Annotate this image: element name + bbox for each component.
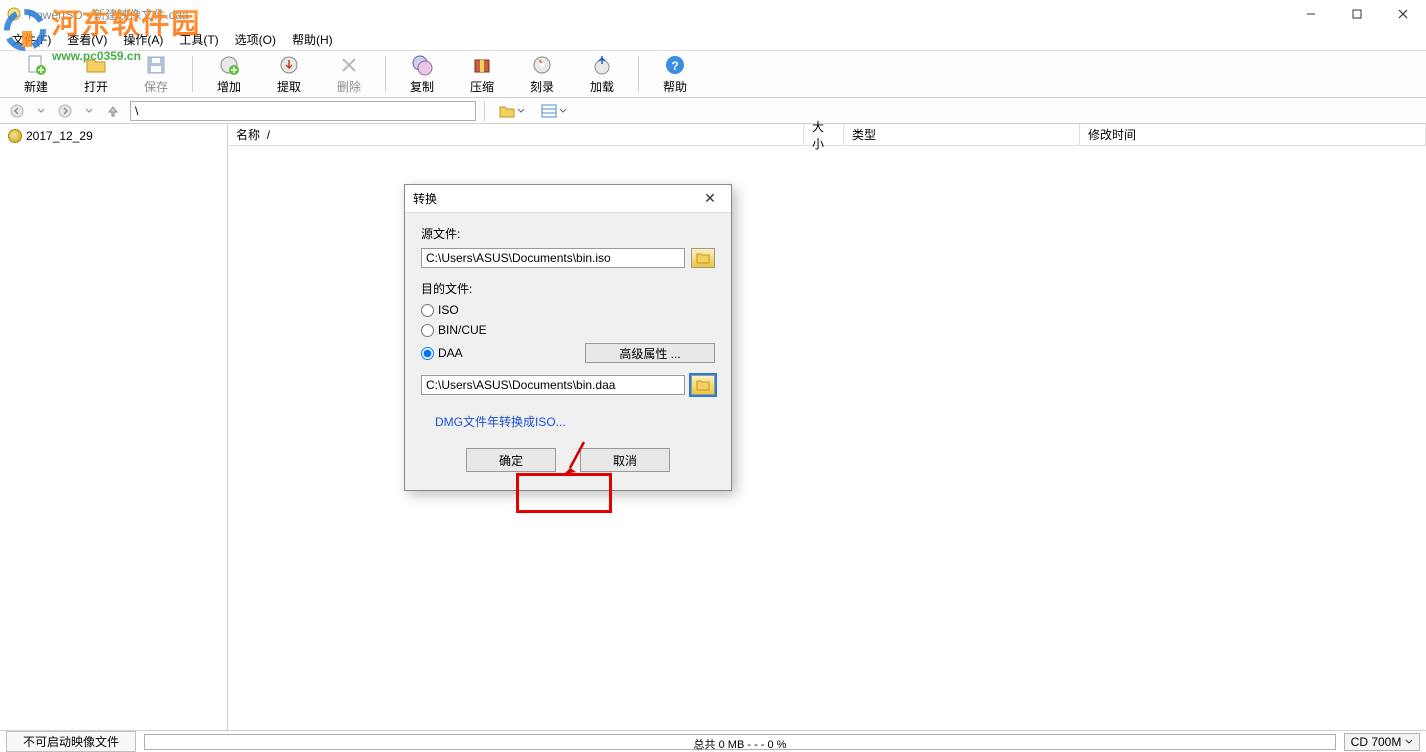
format-iso-label: ISO [438, 303, 459, 317]
toolbar-separator [638, 56, 639, 92]
format-daa-label: DAA [438, 346, 463, 360]
list-header: 名称 / 大小 类型 修改时间 [228, 124, 1426, 146]
convert-dialog: 转换 ✕ 源文件: 目的文件: ISO BIN/CUE DAA 高级属性 ... [404, 184, 732, 491]
size-progressbar: 总共 0 MB - - - 0 % [144, 734, 1336, 750]
toolbar-compress[interactable]: 压缩 [452, 52, 512, 96]
svg-text:?: ? [671, 59, 678, 73]
toolbar-mount[interactable]: 加载 [572, 52, 632, 96]
new-icon [25, 54, 47, 76]
format-bincue-row[interactable]: BIN/CUE [421, 323, 715, 337]
dmg-to-iso-link[interactable]: DMG文件年转换成ISO... [421, 407, 715, 448]
format-bincue-radio[interactable] [421, 324, 434, 337]
toolbar-separator [192, 56, 193, 92]
compress-icon [471, 54, 493, 76]
close-button[interactable] [1380, 0, 1426, 28]
app-icon [6, 6, 22, 22]
burn-icon [531, 54, 553, 76]
window-titlebar: PowerISO - 新建映像文件.daa [0, 0, 1426, 28]
disc-size-selector[interactable]: CD 700M [1344, 733, 1420, 751]
delete-icon [338, 54, 360, 76]
dialog-titlebar: 转换 ✕ [405, 185, 731, 213]
menubar: 文件(F) 查看(V) 操作(A) 工具(T) 选项(O) 帮助(H) [0, 28, 1426, 50]
source-browse-button[interactable] [691, 248, 715, 268]
source-file-input[interactable] [421, 248, 685, 268]
format-daa-radio[interactable] [421, 347, 434, 360]
toolbar-save[interactable]: 保存 [126, 52, 186, 96]
menu-view[interactable]: 查看(V) [61, 29, 113, 50]
format-bincue-label: BIN/CUE [438, 323, 487, 337]
nav-up[interactable] [100, 100, 126, 122]
toolbar-copy[interactable]: 复制 [392, 52, 452, 96]
extract-icon [278, 54, 300, 76]
advanced-button[interactable]: 高级属性 ... [585, 343, 715, 363]
navbar [0, 98, 1426, 124]
toolbar-extract[interactable]: 提取 [259, 52, 319, 96]
menu-help[interactable]: 帮助(H) [286, 29, 339, 50]
toolbar-separator [385, 56, 386, 92]
col-type[interactable]: 类型 [844, 124, 1080, 145]
nav-folder-btn[interactable] [493, 100, 531, 122]
nav-back[interactable] [4, 100, 30, 122]
nav-back-dropdown[interactable] [34, 100, 48, 122]
dest-file-label: 目的文件: [421, 280, 715, 297]
source-file-label: 源文件: [421, 225, 715, 242]
help-icon: ? [664, 54, 686, 76]
toolbar-add[interactable]: 增加 [199, 52, 259, 96]
cancel-button[interactable]: 取消 [580, 448, 670, 472]
open-icon [85, 54, 107, 76]
maximize-button[interactable] [1334, 0, 1380, 28]
nav-view-btn[interactable] [535, 100, 573, 122]
format-iso-radio[interactable] [421, 304, 434, 317]
menu-options[interactable]: 选项(O) [229, 29, 282, 50]
image-type-label[interactable]: 不可启动映像文件 [6, 731, 136, 752]
tree-root-label: 2017_12_29 [26, 129, 93, 143]
menu-file[interactable]: 文件(F) [6, 29, 57, 50]
toolbar-new[interactable]: 新建 [6, 52, 66, 96]
tree-root-item[interactable]: 2017_12_29 [6, 128, 221, 144]
dialog-close-button[interactable]: ✕ [697, 189, 723, 209]
folder-icon [696, 252, 710, 264]
save-icon [145, 54, 167, 76]
minimize-button[interactable] [1288, 0, 1334, 28]
toolbar-delete[interactable]: 删除 [319, 52, 379, 96]
progress-area: 不可启动映像文件 总共 0 MB - - - 0 % CD 700M [0, 730, 1426, 752]
col-size[interactable]: 大小 [804, 124, 844, 145]
size-progress-text: 总共 0 MB - - - 0 % [145, 736, 1335, 752]
dest-file-input[interactable] [421, 375, 685, 395]
disc-icon [8, 129, 22, 143]
toolbar-burn[interactable]: 刻录 [512, 52, 572, 96]
dialog-title-text: 转换 [413, 190, 437, 207]
path-input[interactable] [130, 101, 476, 121]
ok-button[interactable]: 确定 [466, 448, 556, 472]
dest-browse-button[interactable] [691, 375, 715, 395]
toolbar-help[interactable]: ? 帮助 [645, 52, 705, 96]
tree-panel: 2017_12_29 [0, 124, 228, 730]
nav-forward[interactable] [52, 100, 78, 122]
menu-tools[interactable]: 工具(T) [173, 29, 224, 50]
nav-forward-dropdown[interactable] [82, 100, 96, 122]
col-name[interactable]: 名称 / [228, 124, 804, 145]
mount-icon [591, 54, 613, 76]
menu-action[interactable]: 操作(A) [117, 29, 169, 50]
toolbar-open[interactable]: 打开 [66, 52, 126, 96]
col-date[interactable]: 修改时间 [1080, 124, 1426, 145]
sort-indicator: / [267, 128, 270, 142]
nav-separator [484, 101, 485, 121]
format-daa-row[interactable]: DAA 高级属性 ... [421, 343, 715, 363]
window-title: PowerISO - 新建映像文件.daa [28, 6, 189, 23]
add-icon [218, 54, 240, 76]
format-iso-row[interactable]: ISO [421, 303, 715, 317]
folder-icon [696, 379, 710, 391]
copy-icon [411, 54, 433, 76]
toolbar: 新建 打开 保存 增加 提取 删除 复制 压缩 刻录 加载 ? 帮助 [0, 50, 1426, 98]
